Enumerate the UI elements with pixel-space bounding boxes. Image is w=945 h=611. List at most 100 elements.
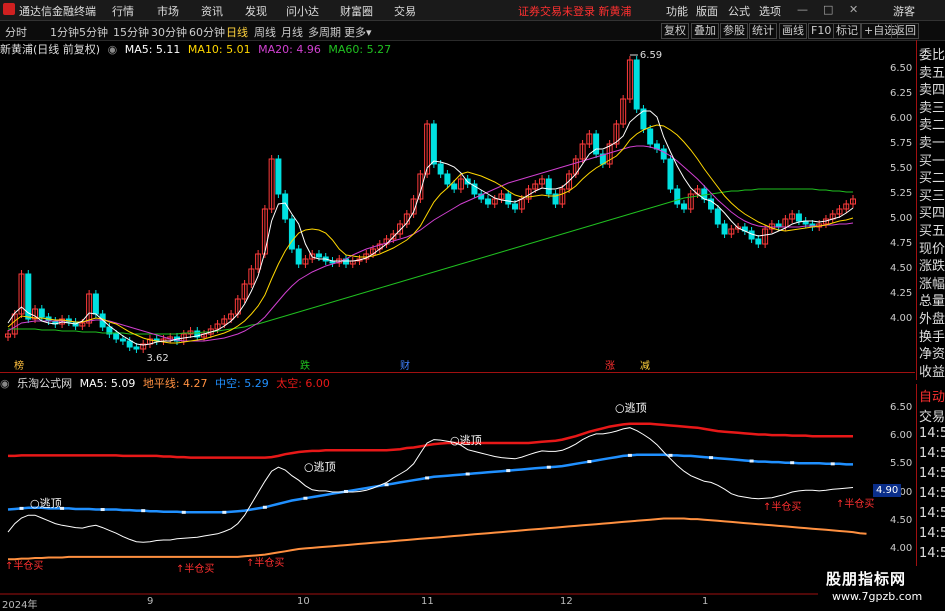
sub-settings-icon[interactable]: ◉ [0, 377, 10, 390]
sub-chart-legend: ◉ 乐淘公式网 MA5: 5.09 地平线: 4.27 中空: 5.29 太空:… [0, 375, 334, 390]
x-tick: 12 [560, 596, 573, 607]
candle-body [681, 203, 687, 210]
candle-body [25, 273, 32, 320]
y-tick: 4.00 [890, 543, 913, 554]
y-tick: 6.00 [890, 113, 913, 124]
mid-line-dot [709, 456, 714, 460]
y-tick: 5.50 [890, 163, 913, 174]
trade-label: 14:56 [919, 426, 945, 441]
y-tick: 5.25 [890, 188, 913, 199]
candle-body [295, 248, 302, 265]
quote-label: 涨幅 [919, 276, 945, 292]
mid-line-dot [465, 472, 470, 476]
candle-body [545, 178, 552, 195]
half-buy-annotation: ↑半仓买 [176, 562, 214, 575]
y-tick: 6.50 [890, 63, 913, 74]
current-value-badge: 4.90 [873, 484, 902, 497]
trade-label: 14:56 [919, 506, 945, 521]
space-line [8, 422, 853, 459]
event-tag: 跌 [300, 359, 310, 372]
panel-divider [0, 372, 915, 373]
candle-body [133, 346, 140, 350]
y-tick: 6.00 [890, 430, 913, 441]
event-tag: 财 [400, 359, 410, 372]
mid-line-dot [830, 462, 835, 466]
half-buy-annotation: ↑半仓买 [836, 497, 874, 510]
x-tick: 10 [297, 596, 310, 607]
half-buy-annotation: ↑半仓买 [246, 556, 284, 569]
event-tag: 减 [640, 360, 650, 372]
legend-mid: 中空: 5.29 [215, 377, 269, 390]
trade-label: 14:56 [919, 446, 945, 461]
escape-top-annotation: ○逃顶 [450, 434, 482, 447]
quote-label: 委比 [919, 48, 945, 63]
escape-top-annotation: ○逃顶 [304, 461, 336, 474]
mid-line-dot [749, 459, 754, 463]
y-tick: 4.00 [890, 313, 913, 324]
mid-line-dot [587, 460, 592, 464]
mid-line-dot [141, 509, 146, 513]
sub-chart-title: 乐淘公式网 [17, 377, 73, 390]
quote-label: 卖二 [919, 118, 945, 134]
candle-body [593, 133, 600, 155]
event-tag: 榜 [14, 359, 24, 372]
candle-body [288, 218, 295, 250]
quote-label: 现价 [919, 241, 945, 257]
trade-label: 14:56 [919, 466, 945, 481]
candle-body [315, 253, 322, 258]
price-chart[interactable]: 6.59 3.62 榜 跌 财 涨 减 ○逃顶 ○逃顶 ○逃顶 ○逃顶 ↑半仓买 ↑半仓买 ↑半仓买 ↑半仓… [0, 0, 915, 609]
candle-body [505, 193, 512, 205]
quote-label: 卖一 [919, 136, 945, 151]
quote-label: 总量 [919, 294, 945, 310]
candle-body [667, 158, 674, 190]
legend-sub-ma5: MA5: 5.09 [79, 377, 136, 390]
mid-line-dot [546, 465, 551, 469]
y-tick: 5.75 [890, 138, 913, 149]
quote-label: 买五 [919, 224, 945, 239]
candle-body [275, 158, 282, 195]
quote-label: 收益 [919, 364, 945, 380]
legend-space: 太空: 6.00 [276, 377, 330, 390]
mid-line-dot [303, 496, 308, 500]
candle-body [126, 340, 133, 348]
ma60-line [8, 188, 853, 335]
candle-body [119, 338, 126, 342]
y-tick: 6.50 [890, 402, 913, 413]
mid-line-dot [344, 489, 348, 493]
candle-body [38, 308, 45, 318]
watermark-url: www.7gpzb.com [832, 590, 923, 603]
candle-body [660, 148, 667, 160]
trade-label: 14:56 [919, 546, 945, 561]
y-tick: 4.25 [890, 288, 913, 299]
candle-body [795, 213, 802, 222]
y-tick: 4.50 [890, 263, 913, 274]
trade-label: 自动 [919, 390, 945, 405]
candle-body [444, 173, 451, 185]
quote-label: 净资 [919, 347, 945, 363]
candle-body [437, 163, 444, 175]
mid-line-dot [506, 469, 511, 473]
x-tick: 11 [421, 596, 434, 607]
event-tag: 涨 [605, 360, 615, 372]
candle-body [674, 188, 681, 205]
quote-label: 买一 [919, 153, 945, 169]
escape-top-annotation: ○逃顶 [615, 401, 647, 414]
mid-line-dot [627, 453, 632, 457]
x-tick: 9 [147, 596, 154, 607]
candle-body [714, 208, 721, 225]
y-tick: 4.75 [890, 238, 913, 249]
mid-line [7, 453, 853, 514]
candle-body [484, 198, 491, 205]
trade-label: 14:56 [919, 486, 945, 501]
mid-line-dot [19, 506, 24, 510]
candle-body [512, 203, 518, 210]
mid-line-dot [181, 510, 186, 514]
ma20-line [7, 145, 854, 342]
half-buy-annotation: ↑半仓买 [763, 500, 801, 513]
candle-body [92, 293, 99, 315]
watermark-title: 股朋指标网 [826, 570, 907, 588]
low-price-label: 3.62 [146, 353, 168, 364]
trade-label: 交易 [919, 410, 945, 425]
y-tick: 6.25 [890, 88, 913, 99]
trade-label: 14:56 [919, 526, 945, 541]
